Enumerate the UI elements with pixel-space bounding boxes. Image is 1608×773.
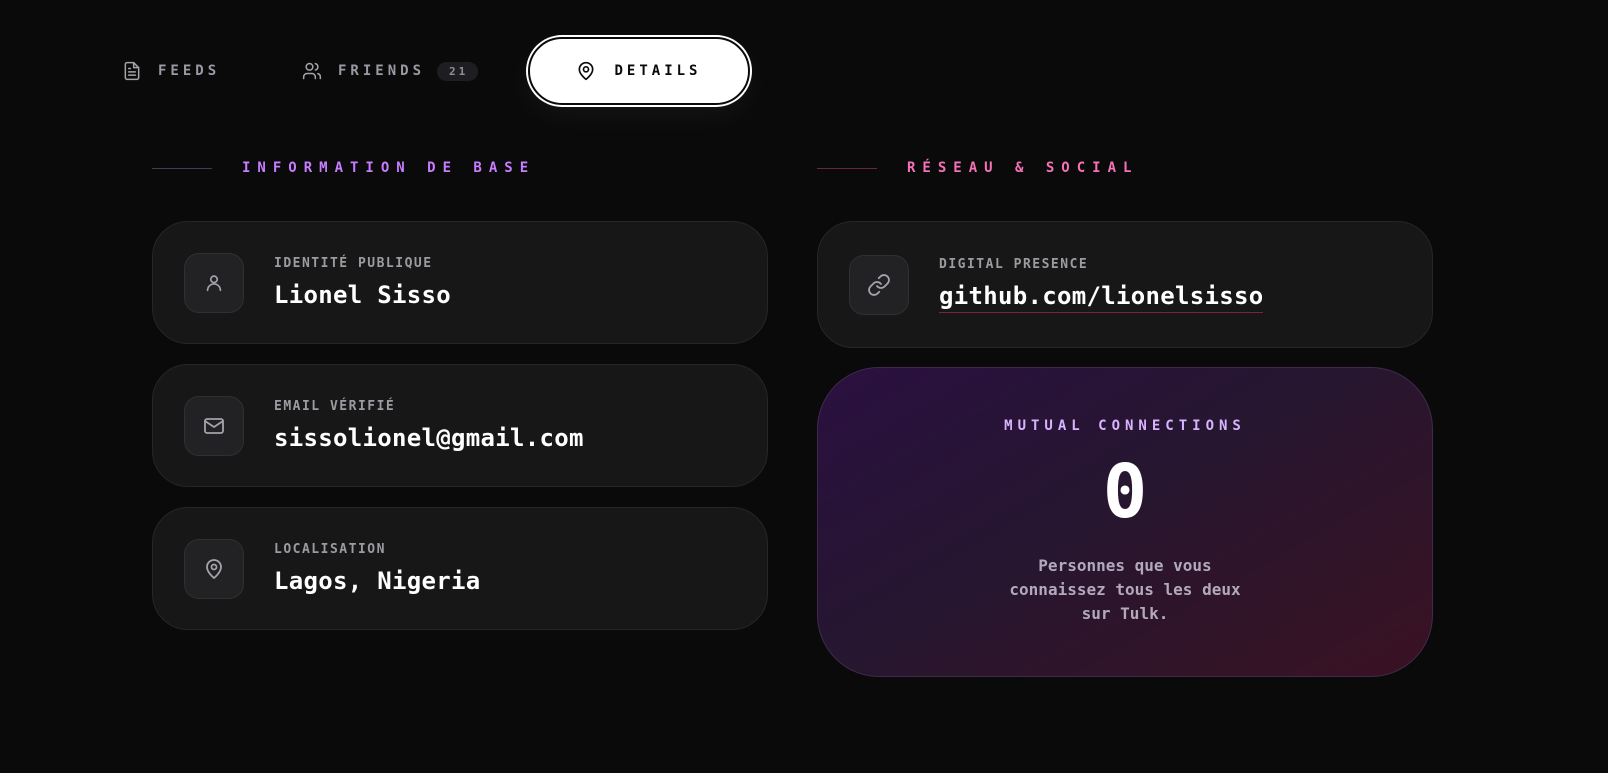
location-value: Lagos, Nigeria xyxy=(274,567,481,595)
location-card: LOCALISATION Lagos, Nigeria xyxy=(152,507,768,630)
tab-details[interactable]: DETAILS xyxy=(528,37,750,105)
tab-friends-label: FRIENDS xyxy=(338,63,426,79)
location-text: LOCALISATION Lagos, Nigeria xyxy=(274,542,481,595)
users-icon xyxy=(302,61,322,81)
link-icon xyxy=(849,254,909,315)
email-card: EMAIL VÉRIFIÉ sissolionel@gmail.com xyxy=(152,364,768,487)
digital-presence-card: DIGITAL PRESENCE github.com/lionelsisso xyxy=(817,221,1433,348)
mutual-connections-card: MUTUAL CONNECTIONS 0 Personnes que vous … xyxy=(817,367,1433,677)
location-label: LOCALISATION xyxy=(274,542,386,557)
basic-info-heading-text: INFORMATION DE BASE xyxy=(242,160,536,176)
network-heading: RÉSEAU & SOCIAL xyxy=(817,160,1138,176)
mutual-connections-count: 0 xyxy=(1102,449,1148,535)
github-link[interactable]: github.com/lionelsisso xyxy=(939,282,1264,313)
email-value[interactable]: sissolionel@gmail.com xyxy=(274,424,584,452)
tab-friends[interactable]: FRIENDS 21 xyxy=(302,61,528,81)
tab-details-label: DETAILS xyxy=(614,63,702,79)
document-icon xyxy=(122,61,142,81)
tab-feeds-label: FEEDS xyxy=(158,63,221,79)
user-icon xyxy=(184,252,244,313)
network-heading-text: RÉSEAU & SOCIAL xyxy=(907,160,1139,176)
heading-divider xyxy=(152,167,212,169)
mail-icon xyxy=(184,395,244,456)
heading-divider xyxy=(817,167,877,169)
digital-presence-text: DIGITAL PRESENCE github.com/lionelsisso xyxy=(939,256,1264,313)
identity-card: IDENTITÉ PUBLIQUE Lionel Sisso xyxy=(152,221,768,344)
email-label: EMAIL VÉRIFIÉ xyxy=(274,399,396,414)
identity-value: Lionel Sisso xyxy=(274,281,451,309)
profile-tabs: FEEDS FRIENDS 21 DETAILS xyxy=(100,37,750,105)
map-pin-icon xyxy=(184,538,244,599)
digital-presence-label: DIGITAL PRESENCE xyxy=(939,256,1089,272)
identity-label: IDENTITÉ PUBLIQUE xyxy=(274,256,433,271)
friends-count-badge: 21 xyxy=(437,61,479,81)
mutual-connections-description: Personnes que vous connaissez tous les d… xyxy=(1009,556,1241,623)
basic-info-heading: INFORMATION DE BASE xyxy=(152,160,535,176)
mutual-connections-title: MUTUAL CONNECTIONS xyxy=(1004,418,1246,434)
email-text: EMAIL VÉRIFIÉ sissolionel@gmail.com xyxy=(274,399,584,452)
identity-text: IDENTITÉ PUBLIQUE Lionel Sisso xyxy=(274,256,451,309)
map-pin-icon xyxy=(576,61,596,81)
tab-feeds[interactable]: FEEDS xyxy=(100,61,302,81)
